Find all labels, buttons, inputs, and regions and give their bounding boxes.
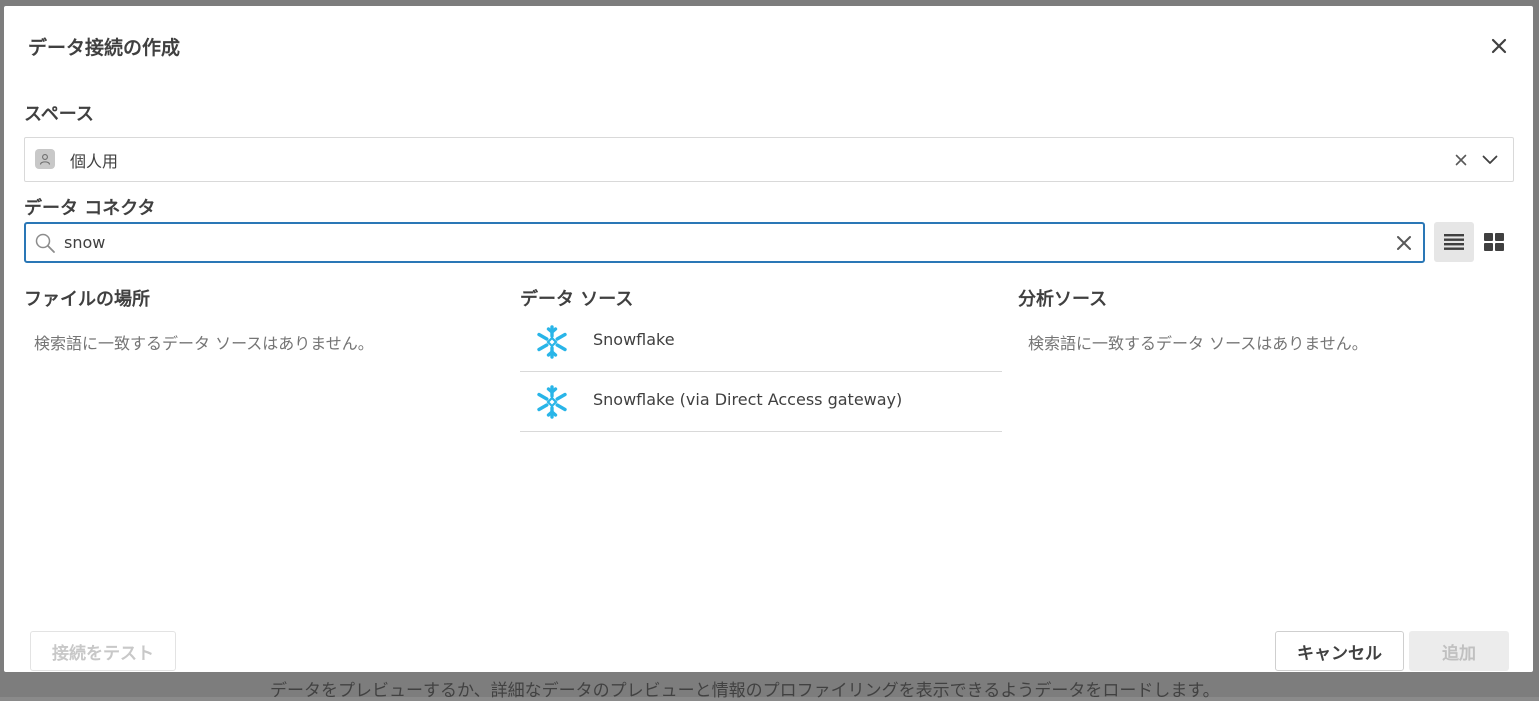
dialog-title: データ接続の作成 — [28, 37, 181, 59]
file-locations-heading: ファイルの場所 — [24, 289, 150, 310]
list-view-button[interactable] — [1434, 222, 1474, 262]
create-data-connection-dialog: データ接続の作成 スペース 個人用 データ コネクタ snow ファイルの場所 … — [4, 6, 1533, 672]
snowflake-icon — [537, 385, 567, 419]
search-clear-button[interactable] — [1392, 231, 1416, 255]
data-connector-label: データ コネクタ — [24, 198, 156, 219]
close-button[interactable] — [1486, 33, 1512, 59]
snowflake-icon — [537, 325, 567, 359]
close-icon — [1491, 38, 1507, 54]
data-sources-heading: データ ソース — [520, 289, 634, 310]
space-select[interactable]: 個人用 — [24, 137, 1514, 182]
background-footer-text: データをプレビューするか、詳細なデータのプレビューと情報のプロファイリングを表示… — [270, 681, 1220, 701]
data-source-name: Snowflake (via Direct Access gateway) — [593, 390, 903, 409]
space-dropdown-button[interactable] — [1479, 150, 1501, 170]
space-value: 個人用 — [70, 152, 119, 171]
data-source-name: Snowflake — [593, 330, 675, 349]
chevron-down-icon — [1482, 155, 1498, 164]
analytics-sources-empty-message: 検索語に一致するデータ ソースはありません。 — [1028, 334, 1368, 353]
clear-icon — [1455, 154, 1467, 166]
data-source-item-snowflake-gateway[interactable]: Snowflake (via Direct Access gateway) — [520, 372, 1002, 432]
search-icon — [35, 233, 55, 253]
space-clear-button[interactable] — [1451, 150, 1471, 170]
add-button[interactable]: 追加 — [1409, 631, 1509, 671]
clear-icon — [1397, 236, 1411, 250]
grid-view-button[interactable] — [1474, 222, 1514, 262]
list-view-icon — [1444, 234, 1464, 250]
connector-search — [24, 222, 1425, 263]
analytics-sources-heading: 分析ソース — [1018, 289, 1108, 310]
connector-search-input[interactable] — [64, 229, 1384, 256]
file-locations-empty-message: 検索語に一致するデータ ソースはありません。 — [34, 334, 374, 353]
cancel-button[interactable]: キャンセル — [1275, 631, 1404, 671]
person-icon — [35, 149, 55, 169]
space-label: スペース — [24, 104, 94, 125]
data-source-list: Snowflake Snowflake (via Direct Access g… — [520, 312, 1002, 432]
test-connection-button[interactable]: 接続をテスト — [30, 631, 176, 671]
grid-view-icon — [1484, 233, 1504, 251]
data-source-item-snowflake[interactable]: Snowflake — [520, 312, 1002, 372]
